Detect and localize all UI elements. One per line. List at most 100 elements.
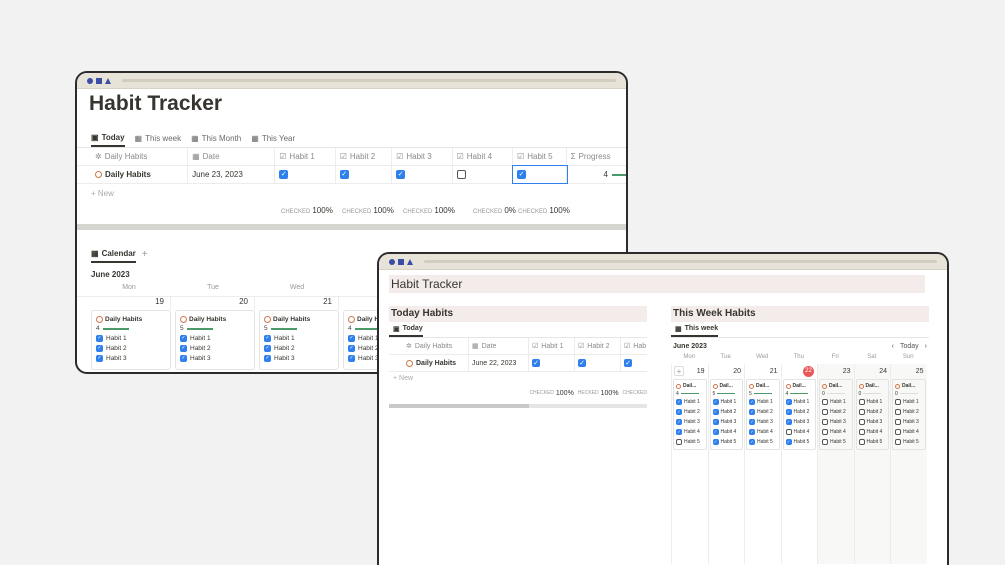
habit-3-checkbox[interactable]: ✓: [624, 359, 632, 367]
column-header[interactable]: ☑ Hab: [621, 338, 647, 354]
habit-checkbox[interactable]: ✓: [785, 409, 792, 415]
date-cell[interactable]: June 22, 2023: [469, 355, 529, 371]
tab-this-year[interactable]: ▦ This Year: [251, 129, 295, 147]
habit-checkbox[interactable]: [822, 419, 828, 425]
add-view-button[interactable]: +: [142, 249, 148, 260]
scrollbar-thumb[interactable]: [389, 404, 529, 408]
habit-checkbox[interactable]: ✓: [749, 429, 755, 435]
habit-checkbox[interactable]: ✓: [785, 399, 792, 405]
habit-checkbox[interactable]: ✓: [712, 439, 719, 445]
habit-checkbox[interactable]: ✓: [785, 439, 792, 445]
habit-2-checkbox[interactable]: ✓: [578, 359, 586, 367]
habit-checkbox[interactable]: ✓: [348, 344, 355, 352]
column-header[interactable]: ☑ Habit 5: [513, 148, 567, 165]
habit-checkbox[interactable]: ✓: [712, 429, 719, 435]
habit-checkbox[interactable]: ✓: [264, 354, 271, 362]
address-bar[interactable]: [122, 79, 616, 82]
tab-today[interactable]: ▣ Today: [91, 129, 125, 147]
calendar-card[interactable]: Dail... 0 Habit 1 Habit 2 Habit 3 Habit 4 Habi…: [819, 379, 853, 450]
calc-cell[interactable]: CHECKED 100%: [518, 206, 578, 215]
habit-checkbox[interactable]: [895, 409, 901, 415]
habit-3-checkbox[interactable]: ✓: [396, 170, 406, 179]
column-header[interactable]: ☑ Habit 2: [575, 338, 621, 354]
calendar-card[interactable]: Dail... 5 ✓ Habit 1 ✓ Habit 2 ✓ Habit 3 ✓ Habit 4…: [746, 379, 780, 450]
column-header[interactable]: ☑ Habit 1: [275, 148, 336, 165]
habit-checkbox[interactable]: ✓: [749, 409, 755, 415]
habit-checkbox[interactable]: [858, 419, 865, 425]
habit-2-cell[interactable]: ✓: [575, 355, 621, 371]
habit-checkbox[interactable]: ✓: [180, 354, 187, 362]
habit-checkbox[interactable]: ✓: [712, 409, 719, 415]
habit-2-checkbox[interactable]: ✓: [339, 170, 349, 179]
calc-cell[interactable]: CHECKED 100%: [403, 206, 473, 215]
column-header[interactable]: ✲ Daily Habits: [403, 338, 469, 354]
table-row[interactable]: Daily Habits June 23, 2023 ✓ ✓ ✓ ✓ 4: [77, 165, 626, 184]
habit-5-checkbox[interactable]: ✓: [517, 170, 527, 179]
chevron-right-icon[interactable]: ›: [925, 343, 927, 350]
habit-1-cell[interactable]: ✓: [529, 355, 575, 371]
habit-1-checkbox[interactable]: ✓: [532, 359, 540, 367]
habit-checkbox[interactable]: [858, 409, 865, 415]
habit-4-checkbox[interactable]: [456, 170, 466, 179]
calendar-card[interactable]: Dail... 5 ✓ Habit 1 ✓ Habit 2 ✓ Habit 3 ✓ Habit 4…: [709, 379, 743, 450]
habit-1-checkbox[interactable]: ✓: [279, 170, 289, 179]
today-button[interactable]: Today: [900, 343, 919, 350]
day-column[interactable]: 21 Dail... 5 ✓ Habit 1 ✓ Habit 2 ✓ Habit 3 ✓ Habit…: [744, 364, 781, 564]
add-event-button[interactable]: +: [674, 366, 684, 376]
calendar-card[interactable]: Daily Habits 5 ✓ Habit 1 ✓ Habit 2 ✓ Habit …: [259, 310, 339, 370]
column-header[interactable]: Σ Progress: [567, 148, 626, 165]
habit-3-cell[interactable]: ✓: [392, 166, 453, 183]
column-header[interactable]: ☑ Habit 4: [453, 148, 514, 165]
habit-checkbox[interactable]: [822, 429, 828, 435]
habit-checkbox[interactable]: [895, 399, 901, 405]
day-column[interactable]: +19 Dail... 4 ✓ Habit 1 ✓ Habit 2 ✓ Habit 3 ✓ Habi…: [671, 364, 708, 564]
habit-checkbox[interactable]: ✓: [712, 399, 719, 405]
habit-checkbox[interactable]: [895, 439, 901, 445]
habit-checkbox[interactable]: [676, 439, 682, 445]
calendar-card[interactable]: Dail... 0 Habit 1 Habit 2 Habit 3 Habit 4 Habi…: [855, 379, 889, 450]
day-column[interactable]: 25 Dail... 0 Habit 1 Habit 2 Habit 3 Habit 4 Ha…: [890, 364, 927, 564]
habit-5-cell[interactable]: ✓: [512, 165, 568, 184]
calc-cell[interactable]: CHECKED 100%: [342, 206, 403, 215]
column-header[interactable]: ☑ Habit 3: [392, 148, 453, 165]
habit-checkbox[interactable]: [895, 429, 901, 435]
habit-checkbox[interactable]: ✓: [264, 344, 271, 352]
tab-this-week[interactable]: ▦ This week: [135, 129, 182, 147]
calendar-card[interactable]: Daily Habits 5 ✓ Habit 1 ✓ Habit 2 ✓ Habit …: [175, 310, 255, 370]
habit-checkbox[interactable]: [858, 399, 865, 405]
habit-2-cell[interactable]: ✓: [336, 166, 393, 183]
habit-checkbox[interactable]: [785, 429, 792, 435]
habit-checkbox[interactable]: ✓: [712, 419, 719, 425]
habit-checkbox[interactable]: ✓: [96, 334, 103, 342]
habit-checkbox[interactable]: ✓: [180, 344, 187, 352]
habit-checkbox[interactable]: [858, 429, 865, 435]
habit-checkbox[interactable]: ✓: [264, 334, 271, 342]
day-column[interactable]: 23 Dail... 0 Habit 1 Habit 2 Habit 3 Habit 4 Ha…: [817, 364, 854, 564]
calendar-card[interactable]: Dail... 4 ✓ Habit 1 ✓ Habit 2 ✓ Habit 3 Habit 4 ✓…: [782, 379, 816, 450]
calendar-card[interactable]: Dail... 0 Habit 1 Habit 2 Habit 3 Habit 4 Habi…: [892, 379, 926, 450]
table-row[interactable]: Daily Habits June 22, 2023 ✓ ✓ ✓: [389, 355, 647, 372]
habit-checkbox[interactable]: ✓: [348, 354, 355, 362]
column-header[interactable]: ✲ Daily Habits: [91, 148, 189, 165]
habit-checkbox[interactable]: ✓: [180, 334, 187, 342]
day-column[interactable]: 20 Dail... 5 ✓ Habit 1 ✓ Habit 2 ✓ Habit 3 ✓ Habit…: [707, 364, 745, 564]
new-row-button[interactable]: + New: [389, 372, 647, 386]
habit-checkbox[interactable]: ✓: [348, 334, 355, 342]
calc-cell[interactable]: CHECKED 0%: [473, 206, 518, 215]
habit-checkbox[interactable]: [822, 409, 828, 415]
habit-4-cell[interactable]: [453, 166, 514, 183]
calendar-card[interactable]: Daily Habits 4 ✓ Habit 1 ✓ Habit 2 ✓ Habit …: [91, 310, 171, 370]
habit-checkbox[interactable]: ✓: [676, 419, 682, 425]
habit-checkbox[interactable]: [822, 399, 828, 405]
habit-3-cell[interactable]: ✓: [621, 355, 647, 371]
habit-checkbox[interactable]: ✓: [676, 429, 682, 435]
habit-checkbox[interactable]: ✓: [676, 409, 682, 415]
column-header[interactable]: ☑ Habit 2: [336, 148, 393, 165]
habit-checkbox[interactable]: [895, 419, 901, 425]
tab-this-week[interactable]: ▦ This week: [671, 322, 719, 337]
column-header[interactable]: ▦ Date: [469, 338, 529, 354]
habit-checkbox[interactable]: ✓: [785, 419, 792, 425]
habit-checkbox[interactable]: ✓: [749, 419, 755, 425]
calendar-card[interactable]: Dail... 4 ✓ Habit 1 ✓ Habit 2 ✓ Habit 3 ✓ Habit 4…: [673, 379, 707, 450]
column-header[interactable]: ☑ Habit 1: [529, 338, 575, 354]
